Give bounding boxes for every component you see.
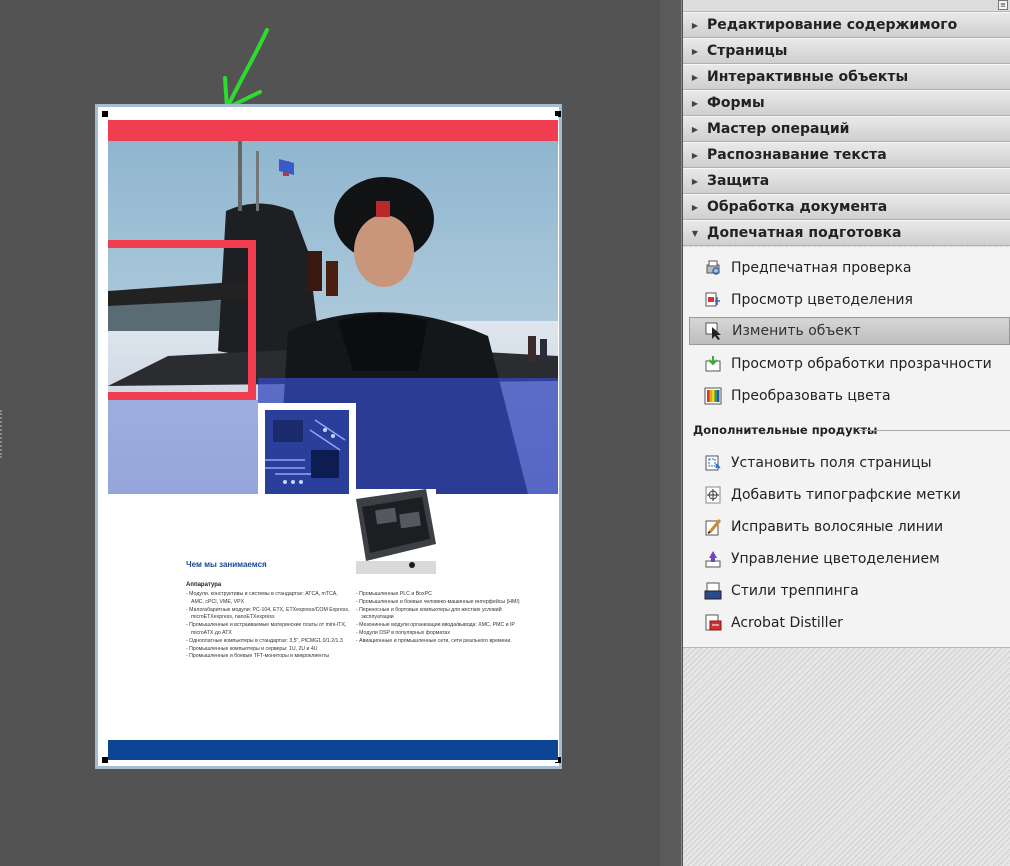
section-protection[interactable]: ▶ Защита xyxy=(683,168,1010,194)
tool-fix-hairlines[interactable]: Исправить волосяные линии xyxy=(689,513,1010,541)
tool-ink-manager[interactable]: Управление цветоделением xyxy=(689,545,1010,573)
section-label: Обработка документа xyxy=(707,199,888,215)
section-content-editing[interactable]: ▶ Редактирование содержимого xyxy=(683,12,1010,38)
annotation-arrow-icon xyxy=(223,28,269,110)
output-preview-icon xyxy=(703,290,723,310)
collapsed-triangle-icon: ▶ xyxy=(691,98,699,108)
panel-menu-icon[interactable]: ≡ xyxy=(998,0,1008,10)
section-interactive-objects[interactable]: ▶ Интерактивные объекты xyxy=(683,64,1010,90)
document-column-right: Промышленные PLC и BoxPC Промышленные и … xyxy=(356,591,521,646)
section-text-recognition[interactable]: ▶ Распознавание текста xyxy=(683,142,1010,168)
list-item: Модули, конструктивы и системы в стандар… xyxy=(186,591,351,607)
document-subheading: Аппаратура xyxy=(186,582,222,588)
expanded-triangle-icon: ▼ xyxy=(691,228,699,238)
list-item: Промышленные и боевые TFT-мониторы и мик… xyxy=(186,653,351,661)
list-item: Одноплатные компьютеры в стандартах: 3,5… xyxy=(186,638,351,646)
collapsed-triangle-icon: ▶ xyxy=(691,202,699,212)
document-area[interactable]: Чем мы занимаемся Аппаратура Модули, кон… xyxy=(0,0,660,866)
section-label: Допечатная подготовка xyxy=(707,225,902,241)
list-item: Промышленные компьютеры и серверы: 1U, 2… xyxy=(186,646,351,654)
tool-label: Просмотр обработки прозрачности xyxy=(731,356,992,372)
section-forms[interactable]: ▶ Формы xyxy=(683,90,1010,116)
blue-overlay-left xyxy=(108,400,258,494)
list-item: Малогабаритные модули: PC-104, ETX, ETXe… xyxy=(186,607,351,623)
tool-label: Стили треппинга xyxy=(731,583,859,599)
printer-marks-icon xyxy=(703,485,723,505)
section-document-processing[interactable]: ▶ Обработка документа xyxy=(683,194,1010,220)
section-action-wizard[interactable]: ▶ Мастер операций xyxy=(683,116,1010,142)
convert-colors-icon xyxy=(703,386,723,406)
section-label: Формы xyxy=(707,95,765,111)
document-page: Чем мы занимаемся Аппаратура Модули, кон… xyxy=(108,116,558,762)
list-item: Авиационные и промышленные сети, сети ре… xyxy=(356,638,521,646)
ink-manager-icon xyxy=(703,549,723,569)
panel-splitter[interactable] xyxy=(660,0,682,866)
tool-label: Просмотр цветоделения xyxy=(731,292,913,308)
tool-label: Изменить объект xyxy=(732,323,861,339)
section-print-production[interactable]: ▼ Допечатная подготовка xyxy=(683,220,1010,246)
collapsed-triangle-icon: ▶ xyxy=(691,150,699,160)
red-photo-frame xyxy=(108,240,256,400)
list-item: Модули DSP в популярных форматах xyxy=(356,630,521,638)
tool-acrobat-distiller[interactable]: Acrobat Distiller xyxy=(689,609,1010,637)
circuit-photo xyxy=(258,403,356,502)
extra-products-label: Дополнительные продукты xyxy=(693,423,878,437)
section-pages[interactable]: ▶ Страницы xyxy=(683,38,1010,64)
tool-flattener-preview[interactable]: Просмотр обработки прозрачности xyxy=(689,350,1010,378)
section-label: Интерактивные объекты xyxy=(707,69,909,85)
red-header-bar xyxy=(108,120,558,141)
collapsed-triangle-icon: ▶ xyxy=(691,20,699,30)
tool-preflight[interactable]: Предпечатная проверка xyxy=(689,254,1010,282)
document-heading: Чем мы занимаемся xyxy=(186,560,267,569)
tool-label: Acrobat Distiller xyxy=(731,615,843,631)
tool-label: Управление цветоделением xyxy=(731,551,940,567)
list-item: Промышленные и встраиваемые материнские … xyxy=(186,622,351,638)
tool-label: Добавить типографские метки xyxy=(731,487,961,503)
document-column-left: Модули, конструктивы и системы в стандар… xyxy=(186,591,351,661)
tool-convert-colors[interactable]: Преобразовать цвета xyxy=(689,382,1010,410)
tool-label: Исправить волосяные линии xyxy=(731,519,944,535)
list-item: Переносные и бортовые компьютеры для жес… xyxy=(356,607,521,623)
collapsed-triangle-icon: ▶ xyxy=(691,124,699,134)
section-label: Защита xyxy=(707,173,770,189)
hardware-photo xyxy=(356,489,436,574)
list-item: Промышленные PLC и BoxPC xyxy=(356,591,521,599)
blue-footer-bar xyxy=(108,740,558,760)
edit-object-icon xyxy=(704,321,724,341)
fix-hairlines-icon xyxy=(703,517,723,537)
preflight-icon xyxy=(703,258,723,278)
tool-trap-presets[interactable]: Стили треппинга xyxy=(689,577,1010,605)
tools-panel: ≡ ▶ Редактирование содержимого ▶ Страниц… xyxy=(683,0,1010,866)
tool-set-page-boxes[interactable]: Установить поля страницы xyxy=(689,449,1010,477)
panel-topbar: ≡ xyxy=(683,0,1010,12)
list-item: Мезонинные модули организации ввода/выво… xyxy=(356,622,521,630)
collapsed-triangle-icon: ▶ xyxy=(691,176,699,186)
section-label: Редактирование содержимого xyxy=(707,17,958,33)
set-page-boxes-icon xyxy=(703,453,723,473)
tool-label: Установить поля страницы xyxy=(731,455,932,471)
tool-edit-object[interactable]: Изменить объект xyxy=(689,317,1010,345)
section-label: Страницы xyxy=(707,43,788,59)
tool-add-printer-marks[interactable]: Добавить типографские метки xyxy=(689,481,1010,509)
divider xyxy=(859,430,1010,431)
splitter-handle[interactable] xyxy=(0,410,6,458)
list-item: Промышленные и боевые человеко-машинные … xyxy=(356,599,521,607)
tool-output-preview[interactable]: Просмотр цветоделения xyxy=(689,286,1010,314)
print-production-tools: Предпечатная проверка Просмотр цветоделе… xyxy=(683,247,1010,648)
trap-presets-icon xyxy=(703,581,723,601)
tool-label: Предпечатная проверка xyxy=(731,260,912,276)
section-label: Мастер операций xyxy=(707,121,850,137)
acrobat-distiller-icon xyxy=(703,613,723,633)
selected-page-object[interactable]: Чем мы занимаемся Аппаратура Модули, кон… xyxy=(95,104,562,769)
collapsed-triangle-icon: ▶ xyxy=(691,46,699,56)
tool-label: Преобразовать цвета xyxy=(731,388,891,404)
flattener-preview-icon xyxy=(703,354,723,374)
collapsed-triangle-icon: ▶ xyxy=(691,72,699,82)
section-label: Распознавание текста xyxy=(707,147,887,163)
